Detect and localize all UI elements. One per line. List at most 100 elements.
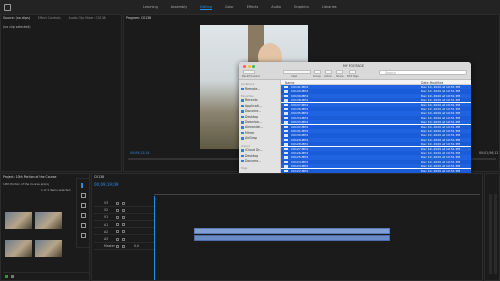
minimize-icon[interactable] <box>247 65 251 68</box>
sidebar-item[interactable]: Recents <box>241 98 258 102</box>
master-value[interactable]: 0.0 <box>134 244 139 248</box>
workspace-tab-assembly[interactable]: Assembly <box>171 5 187 9</box>
view-buttons[interactable] <box>283 70 311 74</box>
audio-clip[interactable] <box>194 235 390 241</box>
clip-thumbnail[interactable] <box>35 240 62 257</box>
track-header[interactable]: V3 <box>94 200 154 207</box>
selection-count: 1 of 4 items selected <box>41 188 71 192</box>
track-header[interactable]: A3 <box>94 236 154 243</box>
timeline-tabs: C0138 <box>92 174 482 180</box>
sidebar-item[interactable]: Remote... <box>241 87 260 91</box>
track-label: A3 <box>104 237 109 241</box>
workspace-tab-graphics[interactable]: Graphics <box>294 5 309 9</box>
sidebar-header: Favorites <box>241 93 254 98</box>
timeline-timecode[interactable]: 00;09;19;09 <box>94 183 118 187</box>
video-clip[interactable] <box>194 228 390 234</box>
workspace-tab-color[interactable]: Color <box>225 5 234 9</box>
group-label: Group <box>313 75 321 78</box>
sidebar-item[interactable]: iCloud Dr... <box>241 148 263 152</box>
search-input[interactable]: Search <box>379 70 467 75</box>
workspace-tab-learning[interactable]: Learning <box>143 5 158 9</box>
pen-icon[interactable] <box>81 233 86 238</box>
toggle-output-icon[interactable] <box>116 215 119 219</box>
source-tabs: Source: (no clips) Effect Controls Audio… <box>1 15 121 21</box>
edit-tags-button[interactable] <box>349 70 356 74</box>
track-header[interactable]: A1 <box>94 222 154 229</box>
workspace-tab-effects[interactable]: Effects <box>247 5 259 9</box>
folder-icon <box>241 87 244 90</box>
video-file-icon <box>284 86 288 89</box>
sidebar-header: iCloud <box>241 143 250 148</box>
toggle-output-icon[interactable] <box>116 208 119 212</box>
video-file-icon <box>284 103 288 106</box>
list-view-icon[interactable] <box>5 275 8 278</box>
lock-icon[interactable] <box>122 230 125 234</box>
sidebar-item[interactable]: Docume... <box>241 109 261 113</box>
track-select-icon[interactable] <box>81 193 86 198</box>
video-file-icon <box>284 90 288 93</box>
ripple-edit-icon[interactable] <box>81 203 86 208</box>
track-headers: V3 V2 V1 A1 A2 A3 Master 0.0 <box>94 200 154 270</box>
time-ruler[interactable] <box>154 191 480 195</box>
toggle-output-icon[interactable] <box>116 223 119 227</box>
folder-icon <box>241 154 244 157</box>
video-file-icon <box>284 112 288 115</box>
column-date[interactable]: Date Modified <box>421 81 443 85</box>
lock-icon[interactable] <box>122 215 125 219</box>
sidebar-item[interactable]: Downloa... <box>241 120 262 124</box>
sidebar-item[interactable]: Alexande... <box>241 125 263 129</box>
back-forward-label: Back/Forward <box>242 75 260 78</box>
lock-icon[interactable] <box>122 237 125 241</box>
toggle-output-icon[interactable] <box>116 244 119 248</box>
clip-thumbnail[interactable] <box>5 212 32 229</box>
tab-program[interactable]: Program: C0138 <box>126 16 151 20</box>
video-file-icon <box>284 138 288 142</box>
sidebar-item[interactable]: Docume... <box>241 159 261 163</box>
lock-icon[interactable] <box>122 208 125 212</box>
zoom-icon[interactable] <box>252 65 255 68</box>
sidebar-item[interactable]: Mirror <box>241 131 254 135</box>
video-file-icon <box>284 134 288 137</box>
track-header[interactable]: A2 <box>94 229 154 236</box>
workspace-tab-libraries[interactable]: Libraries <box>322 5 337 9</box>
tab-project[interactable]: Project: 10th Portion of the Course <box>3 175 56 179</box>
group-button[interactable] <box>314 70 321 74</box>
clip-thumbnail[interactable] <box>35 212 62 229</box>
tab-audio-clip-mixer[interactable]: Audio Clip Mixer: C0138 <box>69 16 106 20</box>
track-header[interactable]: V2 <box>94 207 154 214</box>
lock-icon[interactable] <box>122 244 125 248</box>
sidebar-item[interactable]: Desktop <box>241 115 258 119</box>
close-icon[interactable] <box>243 65 246 68</box>
track-header[interactable]: V1 <box>94 214 154 221</box>
program-timecode[interactable]: 00;09;11;14 <box>130 151 149 155</box>
tab-sequence[interactable]: C0138 <box>94 175 104 179</box>
workspace-tab-editing[interactable]: Editing <box>200 5 212 9</box>
toggle-output-icon[interactable] <box>116 237 119 241</box>
lock-icon[interactable] <box>122 223 125 227</box>
home-icon[interactable] <box>4 3 11 11</box>
share-button[interactable] <box>336 70 343 74</box>
action-button[interactable] <box>325 70 332 74</box>
sidebar-header: Tags <box>241 166 248 171</box>
toggle-output-icon[interactable] <box>116 201 119 205</box>
icon-view-icon[interactable] <box>11 275 14 278</box>
sidebar-item[interactable]: Applicati... <box>241 104 262 108</box>
sidebar-item[interactable]: AirDrop <box>241 136 257 140</box>
audio-meters <box>484 173 500 281</box>
program-duration: 00;01;56;12 <box>479 151 499 155</box>
razor-icon[interactable] <box>81 213 86 218</box>
workspace-tab-audio[interactable]: Audio <box>271 5 281 9</box>
column-name[interactable]: Name <box>285 81 294 85</box>
selection-tool-icon[interactable] <box>81 183 86 188</box>
track-label: A1 <box>104 222 109 227</box>
toggle-output-icon[interactable] <box>116 230 119 234</box>
tab-source[interactable]: Source: (no clips) <box>3 16 30 20</box>
slip-icon[interactable] <box>81 223 86 228</box>
playhead[interactable] <box>154 196 155 280</box>
tab-effect-controls[interactable]: Effect Controls <box>38 16 61 20</box>
back-forward-buttons[interactable] <box>243 70 255 74</box>
clip-thumbnail[interactable] <box>5 240 32 257</box>
lock-icon[interactable] <box>122 201 125 205</box>
sidebar-item[interactable]: Desktop <box>241 154 258 158</box>
track-header[interactable]: Master <box>94 243 154 250</box>
